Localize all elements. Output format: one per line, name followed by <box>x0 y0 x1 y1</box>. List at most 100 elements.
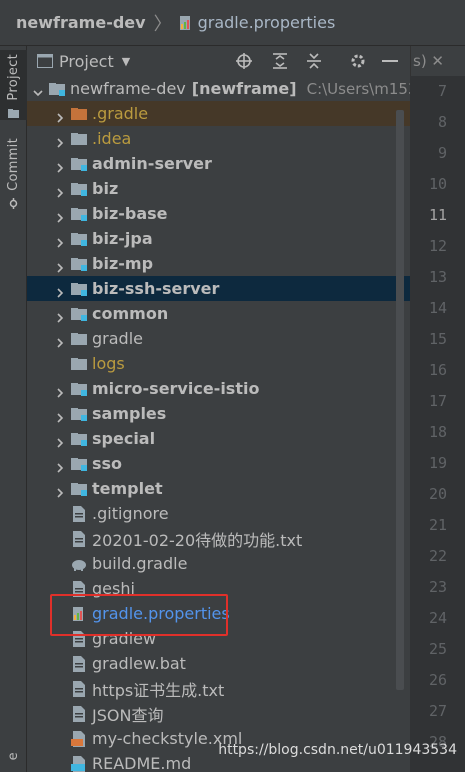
chevron-right-icon[interactable] <box>55 284 65 298</box>
text-file-icon <box>71 505 87 522</box>
text-file-icon <box>71 530 87 547</box>
chevron-right-icon[interactable] <box>55 409 65 423</box>
chevron-right-icon[interactable] <box>55 159 65 173</box>
markdown-file-icon <box>71 755 87 772</box>
line-number: 22 <box>428 547 447 565</box>
folder-icon <box>71 356 87 372</box>
chevron-right-icon[interactable] <box>55 484 65 498</box>
tree-item-label: gradlew.bat <box>92 654 186 673</box>
text-file-icon <box>71 680 87 697</box>
tree-item-special[interactable]: special <box>27 426 410 451</box>
commit-icon <box>8 195 19 209</box>
xml-file-icon <box>71 730 87 747</box>
line-number: 21 <box>428 516 447 534</box>
chevron-right-icon[interactable] <box>55 109 65 123</box>
tree-item-gitignore[interactable]: .gitignore <box>27 501 410 526</box>
line-number: 17 <box>428 392 447 410</box>
folder-icon <box>8 105 19 118</box>
module-folder-icon <box>71 256 87 272</box>
line-number: 11 <box>428 206 447 224</box>
tree-item-sso[interactable]: sso <box>27 451 410 476</box>
line-number: 15 <box>428 330 447 348</box>
line-number: 24 <box>428 609 447 627</box>
tree-item-micro-service-istio[interactable]: micro-service-istio <box>27 376 410 401</box>
tree-item-biz-base[interactable]: biz-base <box>27 201 410 226</box>
chevron-down-icon[interactable] <box>33 84 43 96</box>
chevron-right-icon[interactable] <box>55 459 65 473</box>
tree-item-20201-02-20-txt[interactable]: 20201-02-20待做的功能.txt <box>27 526 410 551</box>
chevron-right-icon[interactable] <box>55 434 65 448</box>
tab-commit[interactable]: Commit <box>0 138 27 218</box>
chevron-right-icon[interactable] <box>55 184 65 198</box>
tree-item-label: common <box>92 304 169 323</box>
tree-item-samples[interactable]: samples <box>27 401 410 426</box>
tree-root[interactable]: newframe-dev [newframe] C:\Users\m153 <box>27 76 410 101</box>
tree-item-biz-ssh-server[interactable]: biz-ssh-server <box>27 276 410 301</box>
tree-item-gradlew-bat[interactable]: gradlew.bat <box>27 651 410 676</box>
hide-panel-icon[interactable] <box>379 50 401 72</box>
module-folder-icon <box>71 281 87 297</box>
chevron-right-icon[interactable] <box>55 234 65 248</box>
tree-item-label: sso <box>92 454 123 473</box>
chevron-right-icon[interactable] <box>55 309 65 323</box>
tree-item-templet[interactable]: templet <box>27 476 410 501</box>
tree-item-biz[interactable]: biz <box>27 176 410 201</box>
tree-item-https-txt[interactable]: https证书生成.txt <box>27 676 410 701</box>
tree-item-biz-jpa[interactable]: biz-jpa <box>27 226 410 251</box>
view-dropdown-icon[interactable]: ▼ <box>122 55 130 68</box>
tab-project[interactable]: Project <box>0 50 27 120</box>
tab-bottom[interactable]: e <box>0 752 27 772</box>
tree-item-idea[interactable]: .idea <box>27 126 410 151</box>
expand-all-icon[interactable] <box>269 50 291 72</box>
vertical-scrollbar[interactable] <box>396 110 404 690</box>
module-folder-icon <box>71 456 87 472</box>
line-number: 7 <box>437 82 447 100</box>
editor-tab-partial[interactable]: s) ✕ <box>410 46 465 76</box>
folder-icon <box>71 331 87 347</box>
panel-title[interactable]: Project <box>59 52 114 71</box>
breadcrumb-project[interactable]: newframe-dev <box>16 13 146 32</box>
tree-item-biz-mp[interactable]: biz-mp <box>27 251 410 276</box>
tree-item-logs[interactable]: logs <box>27 351 410 376</box>
tab-project-label: Project <box>6 54 21 101</box>
tree-item-label: samples <box>92 404 167 423</box>
line-number: 12 <box>428 237 447 255</box>
tree-item-admin-server[interactable]: admin-server <box>27 151 410 176</box>
tree-item-label: micro-service-istio <box>92 379 260 398</box>
line-number: 23 <box>428 578 447 596</box>
tree-item-label: biz-ssh-server <box>92 279 220 298</box>
tree-item-label: biz <box>92 179 119 198</box>
breadcrumb: newframe-dev 〉 gradle.properties <box>0 0 465 46</box>
root-name: newframe-dev <box>70 79 186 98</box>
chevron-right-icon[interactable] <box>55 384 65 398</box>
red-highlight-box <box>50 594 228 636</box>
tree-item-json[interactable]: JSON查询 <box>27 701 410 726</box>
chevron-right-icon[interactable] <box>55 334 65 348</box>
root-module: [newframe] <box>191 79 297 98</box>
line-number: 9 <box>437 144 447 162</box>
chevron-right-icon[interactable] <box>55 259 65 273</box>
collapse-all-icon[interactable] <box>303 50 325 72</box>
chevron-right-icon[interactable] <box>55 209 65 223</box>
tree-item-build-gradle[interactable]: build.gradle <box>27 551 410 576</box>
line-number: 13 <box>428 268 447 286</box>
breadcrumb-file[interactable]: gradle.properties <box>198 13 336 32</box>
locate-icon[interactable] <box>233 50 255 72</box>
gear-icon[interactable] <box>347 50 369 72</box>
editor-tab-label: s) ✕ <box>413 52 445 70</box>
tree-item-label: JSON查询 <box>92 705 164 725</box>
tree-item-label: templet <box>92 479 163 498</box>
tree-item-common[interactable]: common <box>27 301 410 326</box>
tree-item-gradle[interactable]: .gradle <box>27 101 410 126</box>
watermark-text: https://blog.csdn.net/u011943534 <box>218 742 457 758</box>
line-number: 26 <box>428 671 447 689</box>
chevron-right-icon[interactable] <box>55 134 65 148</box>
line-number: 18 <box>428 423 447 441</box>
tree-item-gradle[interactable]: gradle <box>27 326 410 351</box>
